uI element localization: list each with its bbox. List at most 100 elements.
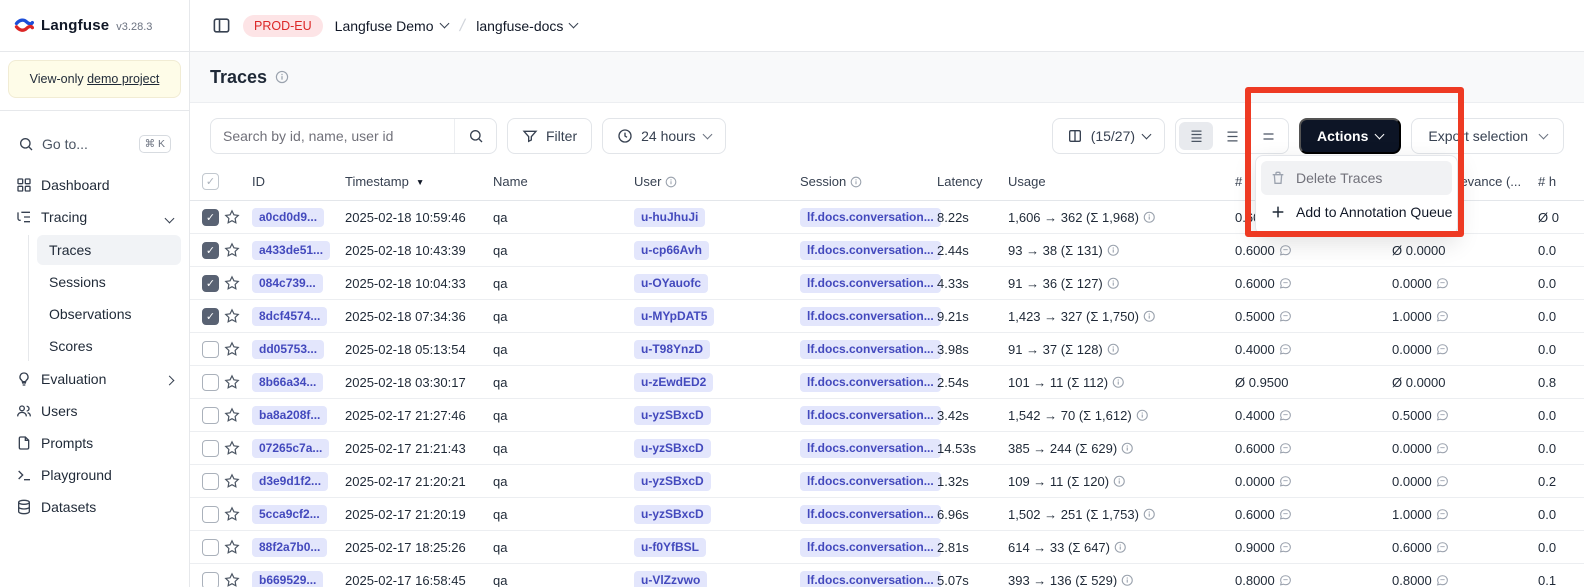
row-checkbox[interactable] — [190, 539, 224, 556]
header-latency[interactable]: Latency — [937, 174, 1008, 189]
header-id[interactable]: ID — [252, 174, 345, 189]
search-input[interactable] — [211, 128, 454, 144]
table-row[interactable]: ✓8dcf4574...2025-02-18 07:34:36qau-MYpDA… — [190, 300, 1584, 333]
sidebar-item-prompts[interactable]: Prompts — [8, 427, 181, 459]
sidebar-item-evaluation[interactable]: Evaluation — [8, 363, 181, 395]
star-icon[interactable] — [224, 407, 252, 423]
goto-search[interactable]: Go to... ⌘ K — [6, 125, 183, 163]
trace-id-badge[interactable]: 5cca9cf2... — [252, 505, 345, 524]
row-checkbox[interactable]: ✓ — [190, 209, 224, 226]
trace-id-badge[interactable]: ba8a208f... — [252, 406, 345, 425]
table-row[interactable]: 5cca9cf2...2025-02-17 21:20:19qau-yzSBxc… — [190, 498, 1584, 531]
table-row[interactable]: 07265c7a...2025-02-17 21:21:43qau-yzSBxc… — [190, 432, 1584, 465]
sidebar-item-tracing[interactable]: Tracing — [8, 201, 181, 233]
table-row[interactable]: b669529...2025-02-17 16:58:45qau-VlZzvwo… — [190, 564, 1584, 587]
demo-project-link[interactable]: demo project — [87, 72, 159, 86]
row-checkbox[interactable] — [190, 572, 224, 587]
session-badge[interactable]: lf.docs.conversation... — [800, 538, 937, 557]
actions-button[interactable]: Actions — [1299, 118, 1401, 154]
star-icon[interactable] — [224, 308, 252, 324]
header-last[interactable]: # h — [1538, 174, 1566, 189]
trace-id-badge[interactable]: 07265c7a... — [252, 439, 345, 458]
select-all-checkbox[interactable]: ✓ — [202, 173, 219, 190]
user-badge[interactable]: u-zEwdED2 — [634, 373, 800, 392]
star-icon[interactable] — [224, 341, 252, 357]
export-selection-button[interactable]: Export selection — [1411, 118, 1564, 154]
row-height-small-button[interactable] — [1179, 122, 1213, 150]
user-badge[interactable]: u-T98YnzD — [634, 340, 800, 359]
row-height-large-button[interactable] — [1251, 122, 1285, 150]
user-badge[interactable]: u-yzSBxcD — [634, 439, 800, 458]
row-checkbox[interactable] — [190, 341, 224, 358]
row-checkbox[interactable] — [190, 407, 224, 424]
table-row[interactable]: 88f2a7b0...2025-02-17 18:25:26qau-f0YfBS… — [190, 531, 1584, 564]
sidebar-toggle-icon[interactable] — [212, 16, 231, 35]
user-badge[interactable]: u-yzSBxcD — [634, 472, 800, 491]
session-badge[interactable]: lf.docs.conversation... — [800, 505, 937, 524]
row-height-medium-button[interactable] — [1215, 122, 1249, 150]
trace-id-badge[interactable]: 084c739... — [252, 274, 345, 293]
header-name[interactable]: Name — [493, 174, 634, 189]
user-badge[interactable]: u-yzSBxcD — [634, 406, 800, 425]
sidebar-item-playground[interactable]: Playground — [8, 459, 181, 491]
row-checkbox[interactable]: ✓ — [190, 308, 224, 325]
session-badge[interactable]: lf.docs.conversation... — [800, 274, 937, 293]
trace-id-badge[interactable]: a0cd0d9... — [252, 208, 345, 227]
trace-id-badge[interactable]: b669529... — [252, 571, 345, 587]
trace-id-badge[interactable]: a433de51... — [252, 241, 345, 260]
sidebar-item-scores[interactable]: Scores — [37, 331, 181, 361]
star-icon[interactable] — [224, 374, 252, 390]
user-badge[interactable]: u-huJhuJi — [634, 208, 800, 227]
trace-id-badge[interactable]: 8b66a34... — [252, 373, 345, 392]
trace-id-badge[interactable]: 88f2a7b0... — [252, 538, 345, 557]
header-usage[interactable]: Usage — [1008, 174, 1235, 189]
session-badge[interactable]: lf.docs.conversation... — [800, 439, 937, 458]
menu-item-delete-traces[interactable]: Delete Traces — [1261, 161, 1452, 195]
columns-button[interactable]: (15/27) — [1052, 118, 1165, 154]
project-selector[interactable]: langfuse-docs — [476, 18, 577, 34]
header-user[interactable]: User — [634, 174, 800, 189]
row-checkbox[interactable]: ✓ — [190, 275, 224, 292]
table-row[interactable]: ✓084c739...2025-02-18 10:04:33qau-OYauof… — [190, 267, 1584, 300]
star-icon[interactable] — [224, 473, 252, 489]
star-icon[interactable] — [224, 539, 252, 555]
row-checkbox[interactable] — [190, 374, 224, 391]
search-icon[interactable] — [454, 119, 496, 153]
session-badge[interactable]: lf.docs.conversation... — [800, 406, 937, 425]
menu-item-add-to-annotation-queue[interactable]: Add to Annotation Queue — [1261, 195, 1452, 229]
row-checkbox[interactable]: ✓ — [190, 242, 224, 259]
sidebar-item-sessions[interactable]: Sessions — [37, 267, 181, 297]
session-badge[interactable]: lf.docs.conversation... — [800, 472, 937, 491]
table-row[interactable]: ba8a208f...2025-02-17 21:27:46qau-yzSBxc… — [190, 399, 1584, 432]
row-checkbox[interactable] — [190, 440, 224, 457]
user-badge[interactable]: u-yzSBxcD — [634, 505, 800, 524]
row-checkbox[interactable] — [190, 473, 224, 490]
star-icon[interactable] — [224, 440, 252, 456]
star-icon[interactable] — [224, 275, 252, 291]
session-badge[interactable]: lf.docs.conversation... — [800, 208, 937, 227]
trace-id-badge[interactable]: d3e9d1f2... — [252, 472, 345, 491]
session-badge[interactable]: lf.docs.conversation... — [800, 373, 937, 392]
trace-id-badge[interactable]: 8dcf4574... — [252, 307, 345, 326]
sidebar-item-datasets[interactable]: Datasets — [8, 491, 181, 523]
table-row[interactable]: 8b66a34...2025-02-18 03:30:17qau-zEwdED2… — [190, 366, 1584, 399]
header-timestamp[interactable]: Timestamp▼ — [345, 174, 493, 189]
star-icon[interactable] — [224, 506, 252, 522]
table-row[interactable]: d3e9d1f2...2025-02-17 21:20:21qau-yzSBxc… — [190, 465, 1584, 498]
session-badge[interactable]: lf.docs.conversation... — [800, 340, 937, 359]
sidebar-item-users[interactable]: Users — [8, 395, 181, 427]
trace-id-badge[interactable]: dd05753... — [252, 340, 345, 359]
sidebar-item-traces[interactable]: Traces — [37, 235, 181, 265]
star-icon[interactable] — [224, 209, 252, 225]
session-badge[interactable]: lf.docs.conversation... — [800, 307, 937, 326]
user-badge[interactable]: u-VlZzvwo — [634, 571, 800, 587]
table-row[interactable]: dd05753...2025-02-18 05:13:54qau-T98YnzD… — [190, 333, 1584, 366]
time-range-button[interactable]: 24 hours — [602, 118, 725, 154]
star-icon[interactable] — [224, 242, 252, 258]
session-badge[interactable]: lf.docs.conversation... — [800, 571, 937, 587]
user-badge[interactable]: u-f0YfBSL — [634, 538, 800, 557]
user-badge[interactable]: u-OYauofc — [634, 274, 800, 293]
star-icon[interactable] — [224, 572, 252, 587]
row-checkbox[interactable] — [190, 506, 224, 523]
user-badge[interactable]: u-MYpDAT5 — [634, 307, 800, 326]
